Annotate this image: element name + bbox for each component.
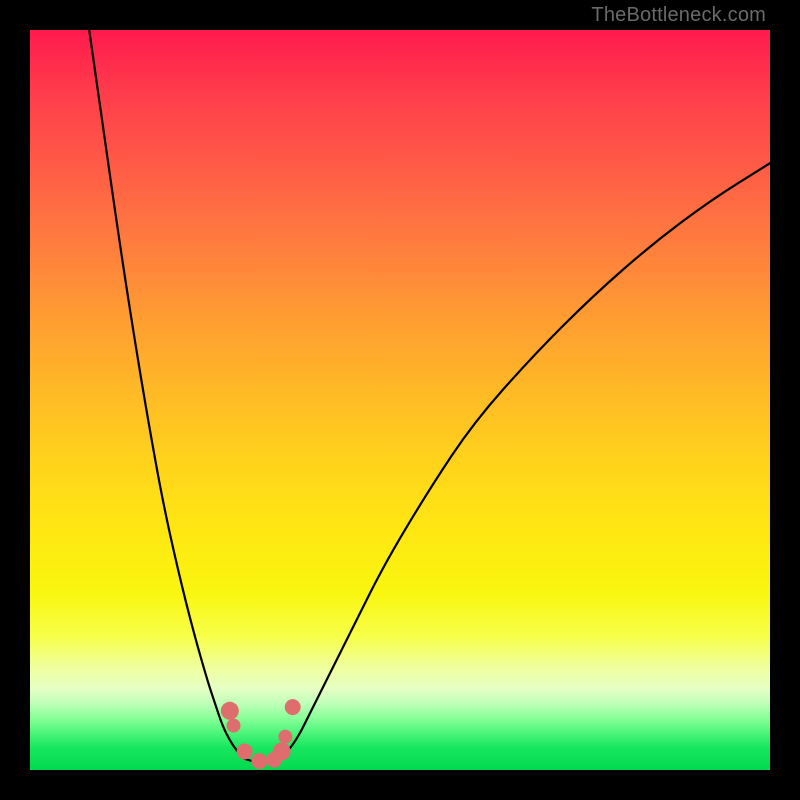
plot-area [30, 30, 770, 770]
watermark-text: TheBottleneck.com [591, 4, 766, 27]
